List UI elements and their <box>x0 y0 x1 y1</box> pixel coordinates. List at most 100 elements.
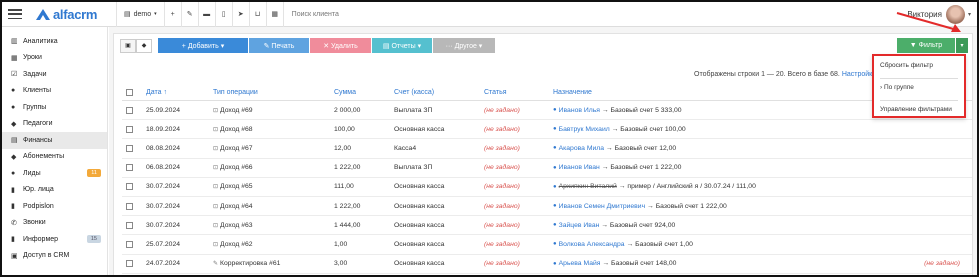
row-checkbox[interactable] <box>126 106 133 114</box>
table-row[interactable]: 24.07.2024 ✎ Корректировка #61 3,00 Основная… <box>122 255 972 274</box>
row-article: (не задано) <box>484 144 520 152</box>
branch-selector[interactable]: ▤ demo ▾ <box>117 2 165 27</box>
client-link[interactable]: Зайцев Иван <box>559 222 600 229</box>
cart-icon[interactable]: ⊔ <box>250 2 267 27</box>
client-link[interactable]: Бавтрук Михаил <box>559 126 610 133</box>
row-checkbox[interactable] <box>126 221 133 229</box>
sidebar-item-1[interactable]: ▦ Уроки <box>2 50 107 67</box>
sidebar-item-2[interactable]: ☑ Задачи <box>2 66 107 83</box>
row-checkbox[interactable] <box>126 260 133 268</box>
row-type[interactable]: ⊡ Доход #64 <box>213 197 331 215</box>
destination-text: → Базовый счет 100,00 <box>611 125 686 133</box>
row-type[interactable]: ⊡ Доход #63 <box>213 216 331 234</box>
filter-button[interactable]: ▼ Фильтр <box>897 38 955 53</box>
card-icon[interactable]: ▬ <box>199 2 216 27</box>
table-view-icon: ▣ <box>125 43 131 49</box>
client-link[interactable]: Архипкин Виталий <box>559 183 617 190</box>
row-account: Выплата ЗП <box>394 164 433 172</box>
table-row[interactable]: 30.07.2024 ⊡ Доход #63 1 444,00 Основная кас… <box>122 216 972 236</box>
plus-icon[interactable]: + <box>165 2 182 27</box>
user-icon: ● <box>553 107 557 114</box>
other-button[interactable]: ··· Другое ▾ <box>433 38 495 53</box>
add-button[interactable]: + Добавить ▾ <box>158 38 248 53</box>
sidebar-item-4[interactable]: ● Группы <box>2 99 107 116</box>
sidebar-item-6[interactable]: ▤ Финансы <box>2 132 107 149</box>
col-date[interactable]: Дата ↑ <box>146 84 210 100</box>
col-sum[interactable]: Сумма <box>334 84 392 100</box>
col-account[interactable]: Счет (касса) <box>394 84 482 100</box>
telegram-icon[interactable]: ➤ <box>233 2 250 27</box>
row-type[interactable]: ✎ Корректировка #61 <box>213 255 331 273</box>
table-row[interactable]: 08.08.2024 ⊡ Доход #67 12,00 Касса4 (не задан… <box>122 139 972 159</box>
col-article[interactable]: Статья <box>484 84 550 100</box>
row-type[interactable]: ⊡ Доход #62 <box>213 235 331 253</box>
menu-icon[interactable] <box>8 9 22 19</box>
row-type[interactable]: ⊡ Доход #65 <box>213 178 331 196</box>
row-date: 24.07.2024 <box>146 260 181 268</box>
sidebar-item-label: Клиенты <box>23 87 52 95</box>
row-checkbox[interactable] <box>126 125 133 133</box>
client-link[interactable]: Иванов Иван <box>559 164 600 171</box>
client-link[interactable]: Арьева Майя <box>559 260 601 267</box>
sidebar-item-8[interactable]: ● Лиды 11 <box>2 165 107 182</box>
sidebar-item-11[interactable]: ✆ Звонки <box>2 215 107 232</box>
col-destination[interactable]: Назначение <box>553 84 883 100</box>
chevron-down-icon: ▾ <box>967 12 971 18</box>
sidebar-item-12[interactable]: ▮ Информер 15 <box>2 231 107 248</box>
calendar-icon[interactable]: ▦ <box>267 2 284 27</box>
table-row[interactable]: 06.08.2024 ⊡ Доход #66 1 222,00 Выплата ЗП (н… <box>122 159 972 178</box>
table-row[interactable]: 18.09.2024 ⊡ Доход #68 100,00 Основная касса… <box>122 120 972 140</box>
client-link[interactable]: Акарова Мила <box>559 145 604 152</box>
finance-panel: ▣ ◆ + Добавить ▾ ✎ Печать ✕ Удалить ▤ От… <box>113 33 973 275</box>
filter-dropdown-toggle[interactable]: ▾ <box>956 38 968 53</box>
row-checkbox[interactable] <box>126 240 133 248</box>
row-extra <box>892 159 960 177</box>
money-icon: ▤ <box>11 137 18 145</box>
row-account: Касса4 <box>394 144 417 152</box>
table-row[interactable]: 30.07.2024 ⊡ Доход #65 111,00 Основная касса… <box>122 178 972 197</box>
row-type[interactable]: ⊡ Доход #66 <box>213 159 331 177</box>
client-link[interactable]: Волкова Александра <box>559 241 625 248</box>
table-view-toggle[interactable]: ▣ <box>120 38 136 53</box>
row-checkbox[interactable] <box>126 202 133 210</box>
user-menu[interactable]: Виктория ▾ <box>907 5 971 24</box>
by-group-item[interactable]: › По группе <box>880 81 958 94</box>
reset-filter-item[interactable]: Сбросить фильтр <box>880 59 958 72</box>
reports-button[interactable]: ▤ Отчеты ▾ <box>372 38 432 53</box>
row-type[interactable]: ⊡ Доход #67 <box>213 139 331 157</box>
row-date: 30.07.2024 <box>146 221 181 229</box>
table-body: 25.09.2024 ⊡ Доход #69 2 000,00 Выплата ЗП (н… <box>122 101 972 274</box>
row-date: 06.08.2024 <box>146 164 181 172</box>
row-checkbox[interactable] <box>126 144 133 152</box>
sidebar-item-13[interactable]: ▣ Доступ в CRM <box>2 248 107 265</box>
row-type[interactable]: ⊡ Доход #68 <box>213 120 331 138</box>
select-all-checkbox[interactable] <box>126 88 133 96</box>
delete-button[interactable]: ✕ Удалить <box>310 38 371 53</box>
col-type[interactable]: Тип операции <box>213 84 331 100</box>
client-link[interactable]: Иванов Семен Дмитриевич <box>559 203 646 210</box>
row-destination: ● Бавтрук Михаил → Базовый счет 100,00 <box>553 120 883 138</box>
sidebar-item-3[interactable]: ● Клиенты <box>2 83 107 100</box>
table-row[interactable]: 25.09.2024 ⊡ Доход #69 2 000,00 Выплата ЗП (н… <box>122 101 972 121</box>
row-checkbox[interactable] <box>126 164 133 172</box>
manage-filters-item[interactable]: Управление фильтрами <box>880 103 958 116</box>
phone-icon[interactable]: ▯ <box>216 2 233 27</box>
row-checkbox[interactable] <box>126 183 133 191</box>
tag-view-toggle[interactable]: ◆ <box>136 38 152 53</box>
sidebar-item-5[interactable]: ◆ Педагоги <box>2 116 107 133</box>
branch-name: demo <box>133 10 152 18</box>
table-row[interactable]: 30.07.2024 ⊡ Доход #64 1 222,00 Основная кас… <box>122 197 972 217</box>
print-button[interactable]: ✎ Печать <box>249 38 309 53</box>
table-row[interactable]: 25.07.2024 ⊡ Доход #62 1,00 Основная касса (н… <box>122 235 972 255</box>
wrench-icon[interactable]: ✎ <box>182 2 199 27</box>
sidebar-item-9[interactable]: ▮ Юр. лица <box>2 182 107 199</box>
sidebar-item-0[interactable]: ▥ Аналитика <box>2 33 107 50</box>
logo[interactable]: alfacrm <box>36 7 116 22</box>
sidebar-item-10[interactable]: ▮ Podpislon <box>2 198 107 215</box>
sidebar-item-7[interactable]: ◆ Абонементы <box>2 149 107 166</box>
sidebar-item-label: Финансы <box>23 136 53 144</box>
row-type[interactable]: ⊡ Доход #69 <box>213 101 331 119</box>
row-extra <box>892 216 960 234</box>
client-link[interactable]: Иванов Илья <box>559 107 600 114</box>
client-search-input[interactable]: Поиск клиента <box>284 11 339 18</box>
